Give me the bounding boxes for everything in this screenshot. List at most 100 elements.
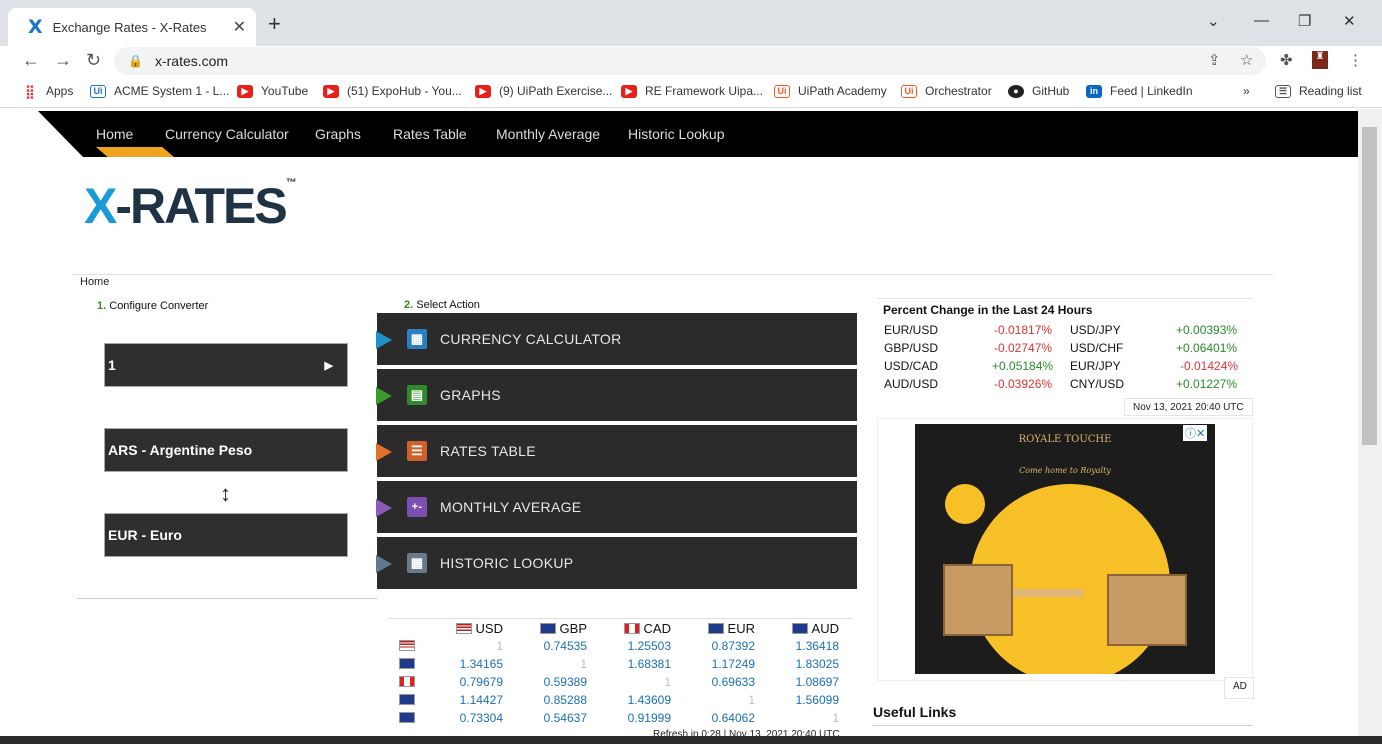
bookmark-uipath-academy[interactable]: Ui UiPath Academy: [774, 84, 887, 98]
nav-graphs[interactable]: Graphs: [315, 126, 361, 142]
header-usd[interactable]: USD: [429, 621, 513, 636]
menu-kebab-icon[interactable]: ⋮: [1348, 51, 1363, 69]
action-step-label: 2. Select Action: [404, 299, 480, 311]
table-row: 0.73304 0.54637 0.91999 0.64062 1: [389, 709, 853, 727]
breadcrumb-divider: [73, 274, 1273, 275]
profile-avatar[interactable]: ♜: [1312, 51, 1328, 69]
eu-flag-icon: [399, 694, 415, 705]
action-currency-calculator[interactable]: ▦ CURRENCY CALCULATOR: [376, 313, 857, 367]
maximize-button[interactable]: ❐: [1298, 12, 1311, 30]
new-tab-button[interactable]: +: [268, 11, 281, 37]
percent-change-row: USD/CAD +0.05184% EUR/JPY -0.01424%: [884, 359, 1239, 373]
minimize-button[interactable]: —: [1254, 12, 1269, 29]
useful-links-title: Useful Links: [873, 704, 957, 720]
table-icon: ☰: [407, 441, 427, 461]
youtube-icon: ▶: [237, 84, 253, 98]
page-content: Home Currency Calculator Graphs Rates Ta…: [0, 109, 1358, 744]
youtube-icon: ▶: [621, 84, 637, 98]
table-row: 1.34165 1 1.68381 1.17249 1.83025: [389, 655, 853, 673]
mini-rates-table: USD GBP CAD EUR AUD 1 0.74535 1.25503 0.…: [389, 618, 853, 727]
percent-change-timestamp: Nov 13, 2021 20:40 UTC: [1124, 398, 1253, 416]
percent-change-row: EUR/USD -0.01817% USD/JPY +0.00393%: [884, 323, 1238, 337]
nav-historic-lookup[interactable]: Historic Lookup: [628, 126, 725, 142]
nav-currency-calculator[interactable]: Currency Calculator: [165, 126, 289, 142]
swap-currencies-icon[interactable]: ↕: [220, 481, 231, 507]
ad-table: [1013, 589, 1083, 597]
bookmark-re-framework[interactable]: ▶ RE Framework Uipa...: [621, 84, 763, 98]
close-window-button[interactable]: ✕: [1343, 12, 1356, 30]
header-aud[interactable]: AUD: [765, 621, 849, 636]
reading-list-button[interactable]: ☰ Reading list: [1275, 84, 1362, 98]
extensions-icon[interactable]: ✤: [1280, 51, 1293, 69]
ad-cabinet-left: [943, 564, 1013, 636]
action-graphs[interactable]: ▤ GRAPHS: [376, 369, 857, 423]
from-currency-select[interactable]: ARS - Argentine Peso: [104, 428, 348, 472]
converter-step-label: 1. Configure Converter: [97, 300, 209, 312]
triangle-marker-icon: [376, 555, 392, 573]
linkedin-icon: in: [1086, 84, 1102, 98]
nav-monthly-average[interactable]: Monthly Average: [496, 126, 600, 142]
tab-search-chevron-icon[interactable]: ⌄: [1207, 12, 1220, 30]
reload-button[interactable]: ↻: [86, 50, 101, 71]
header-eur[interactable]: EUR: [681, 621, 765, 636]
nav-rates-table[interactable]: Rates Table: [393, 126, 467, 142]
url-text: x-rates.com: [154, 53, 229, 69]
advertisement[interactable]: ROYALE TOUCHE Come home to Royalty: [915, 424, 1215, 674]
amount-input[interactable]: 1 ▶: [104, 343, 348, 387]
apps-grid-icon: ⣿: [25, 83, 35, 99]
plus-minus-icon: +-: [407, 497, 427, 517]
percent-change-title: Percent Change in the Last 24 Hours: [883, 303, 1093, 317]
more-bookmarks-button[interactable]: »: [1243, 84, 1250, 98]
bookmark-github[interactable]: ● GitHub: [1008, 84, 1069, 98]
share-icon[interactable]: ⇪: [1208, 51, 1221, 69]
xrates-logo[interactable]: X-RATES™: [84, 177, 297, 235]
au-flag-icon: [399, 712, 415, 723]
useful-links-divider: [873, 725, 1253, 726]
site-top-nav: Home Currency Calculator Graphs Rates Ta…: [38, 111, 1358, 157]
us-flag-icon: [455, 622, 472, 634]
address-bar[interactable]: 🔒 x-rates.com: [114, 47, 1266, 75]
triangle-marker-icon: [376, 499, 392, 517]
bookmark-uipath-exercise[interactable]: ▶ (9) UiPath Exercise...: [475, 84, 612, 98]
bookmark-orchestrator[interactable]: Ui Orchestrator: [901, 84, 992, 98]
eu-flag-icon: [707, 622, 724, 634]
ca-flag-icon: [623, 622, 640, 634]
scrollbar-thumb[interactable]: [1362, 127, 1377, 445]
back-button[interactable]: ←: [22, 50, 40, 71]
percent-change-row: GBP/USD -0.02747% USD/CHF +0.06401%: [884, 341, 1238, 355]
action-rates-table[interactable]: ☰ RATES TABLE: [376, 425, 857, 479]
graph-icon: ▤: [407, 385, 427, 405]
ad-choices-close-icon[interactable]: ⓘ✕: [1183, 425, 1208, 441]
nav-home[interactable]: Home: [96, 126, 133, 142]
uipath-icon: Ui: [901, 84, 917, 98]
bookmark-apps[interactable]: ⣿ Apps: [22, 84, 73, 98]
forward-button[interactable]: →: [54, 50, 72, 71]
calendar-icon: ▦: [407, 553, 427, 573]
bookmarks-bar: ⣿ Apps Ui ACME System 1 - L... ▶ YouTube ▶(…: [0, 76, 1382, 108]
uipath-icon: Ui: [774, 84, 790, 98]
active-tab[interactable]: X Exchange Rates - X-Rates ✕: [8, 8, 256, 46]
bookmark-acme[interactable]: Ui ACME System 1 - L...: [90, 84, 229, 98]
ad-cabinet-right: [1107, 574, 1187, 646]
youtube-icon: ▶: [323, 84, 339, 98]
page-scrollbar[interactable]: [1358, 109, 1382, 744]
au-flag-icon: [791, 622, 808, 634]
action-monthly-average[interactable]: +- MONTHLY AVERAGE: [376, 481, 857, 535]
bookmark-youtube[interactable]: ▶ YouTube: [237, 84, 308, 98]
close-tab-icon[interactable]: ✕: [233, 17, 246, 37]
browser-toolbar: ← → ↻ 🔒 x-rates.com ⇪ ☆ ✤ ♜ ⋮: [0, 46, 1382, 76]
bookmark-linkedin[interactable]: in Feed | LinkedIn: [1086, 84, 1193, 98]
os-taskbar: [0, 736, 1382, 744]
submit-arrow-icon[interactable]: ▶: [325, 359, 333, 372]
action-historic-lookup[interactable]: ▦ HISTORIC LOOKUP: [376, 537, 857, 591]
header-cad[interactable]: CAD: [597, 621, 681, 636]
us-flag-icon: [399, 640, 415, 651]
bookmark-star-icon[interactable]: ☆: [1240, 51, 1253, 69]
to-currency-select[interactable]: EUR - Euro: [104, 513, 348, 557]
breadcrumb[interactable]: Home: [80, 276, 109, 288]
header-gbp[interactable]: GBP: [513, 621, 597, 636]
triangle-marker-icon: [376, 331, 392, 349]
percent-change-row: AUD/USD -0.03926% CNY/USD +0.01227%: [884, 377, 1238, 391]
github-icon: ●: [1008, 84, 1024, 98]
bookmark-expohub[interactable]: ▶ (51) ExpoHub - You...: [323, 84, 462, 98]
